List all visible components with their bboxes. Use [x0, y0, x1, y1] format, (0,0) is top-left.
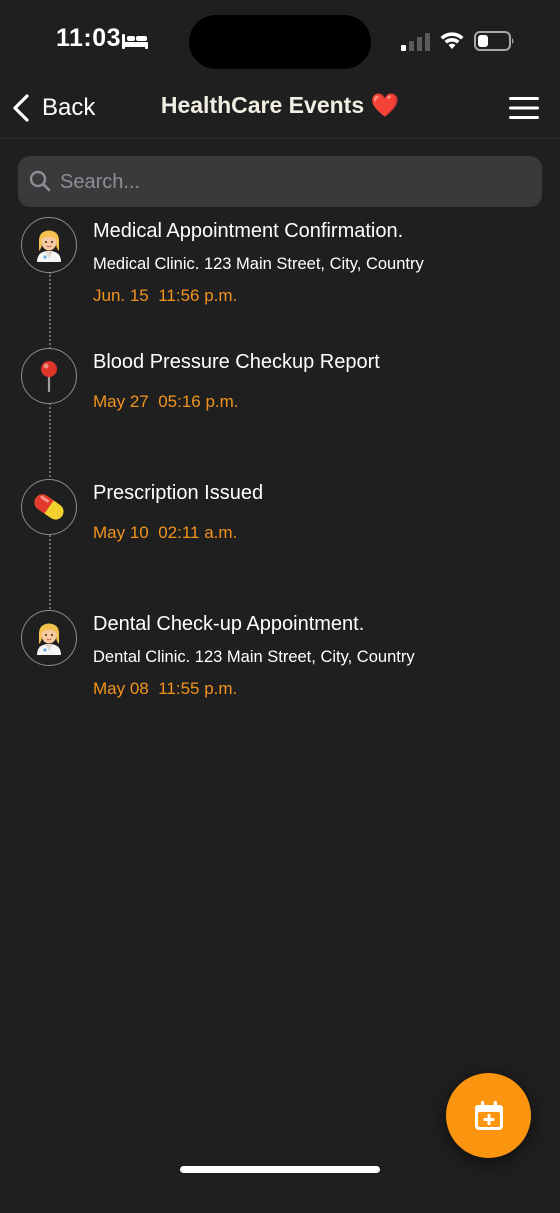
health-worker-icon-graphic [37, 623, 61, 655]
event-datetime: May 27 05:16 p.m. [93, 392, 239, 411]
event-title: Dental Check-up Appointment. [93, 613, 365, 635]
health-worker-icon[interactable] [21, 610, 77, 666]
event-datetime: May 10 02:11 a.m. [93, 523, 238, 542]
event-location: Medical Clinic. 123 Main Street, City, C… [93, 255, 424, 273]
calendar-add-icon [474, 1100, 503, 1130]
event-title: Medical Appointment Confirmation. [93, 220, 404, 242]
event-datetime: Jun. 15 11:56 p.m. [93, 286, 238, 305]
pushpin-icon[interactable] [21, 348, 77, 404]
home-indicator[interactable] [180, 1166, 380, 1173]
event-datetime: May 08 11:55 p.m. [93, 679, 238, 698]
screen: 11:03 Back HealthCare Events ❤️ Search..… [0, 0, 560, 1213]
event-title: Blood Pressure Checkup Report [93, 351, 380, 373]
pill-icon-graphic [34, 494, 64, 520]
health-worker-icon[interactable] [21, 217, 77, 273]
event-title: Prescription Issued [93, 482, 264, 504]
timeline-connector [49, 272, 51, 612]
health-worker-icon-graphic [37, 230, 61, 262]
pushpin-icon-graphic [41, 361, 57, 393]
events-timeline: Medical Appointment Confirmation. Medica… [0, 0, 560, 720]
pill-icon[interactable] [21, 479, 77, 535]
event-location: Dental Clinic. 123 Main Street, City, Co… [93, 648, 415, 666]
add-event-button[interactable] [446, 1073, 531, 1158]
